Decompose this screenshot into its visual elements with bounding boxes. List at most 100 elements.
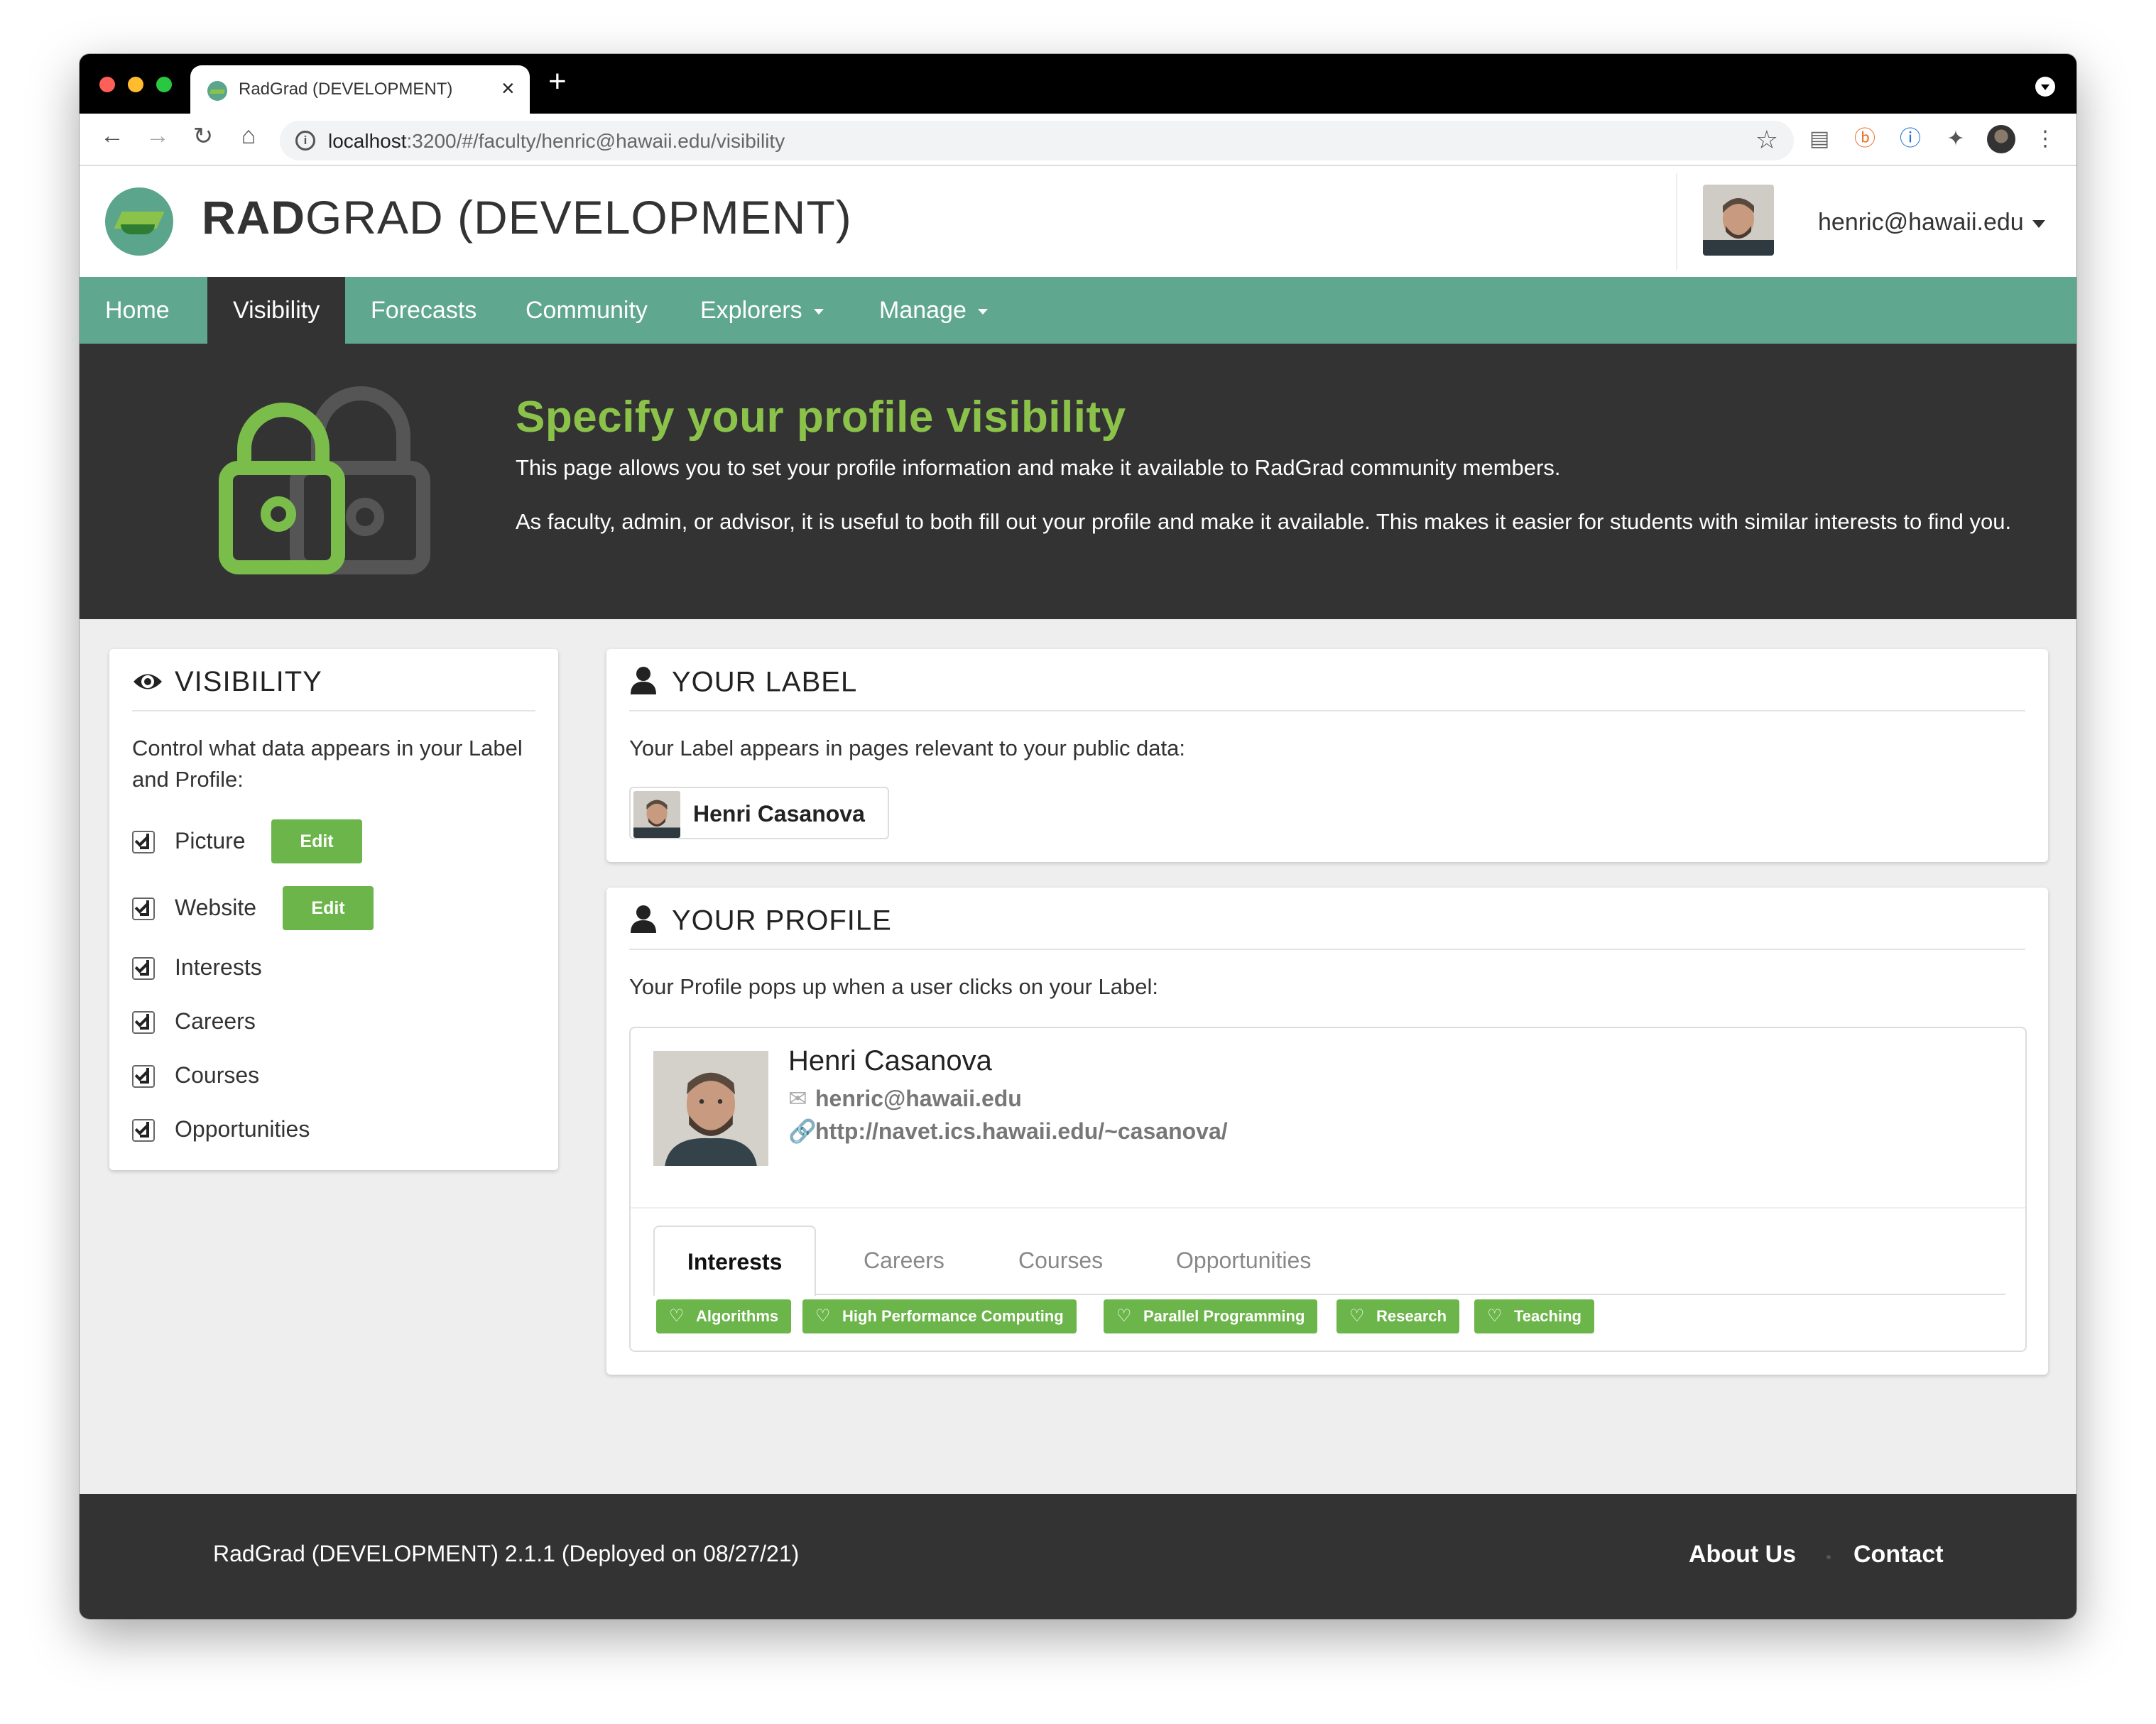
forward-icon[interactable]: →	[142, 122, 173, 150]
tab-careers[interactable]: Careers	[864, 1226, 944, 1295]
nav-forecasts[interactable]: Forecasts	[345, 277, 502, 344]
radgrad-logo-icon[interactable]	[105, 187, 173, 256]
nav-manage[interactable]: Manage	[854, 277, 1013, 344]
browser-menu-icon[interactable]: ⋮	[2031, 125, 2059, 153]
heart-icon: ♡	[1116, 1306, 1132, 1326]
nav-home[interactable]: Home	[80, 277, 195, 344]
extension-b-icon[interactable]: ⓑ	[1851, 125, 1879, 153]
hero-line-1: This page allows you to set your profile…	[516, 455, 1561, 480]
visibility-heading: VISIBILITY	[132, 666, 322, 699]
tab-close-icon[interactable]: ×	[501, 75, 515, 102]
your-profile-card: YOUR PROFILE Your Profile pops up when a…	[606, 888, 2048, 1375]
profile-divider	[631, 1207, 2025, 1209]
visibility-card: VISIBILITY Control what data appears in …	[109, 649, 558, 1170]
home-icon[interactable]: ⌂	[233, 122, 264, 150]
brand-title[interactable]: RADGRAD (DEVELOPMENT)	[202, 190, 852, 244]
profile-avatar-icon[interactable]	[1987, 125, 2015, 153]
tab-opportunities[interactable]: Opportunities	[1176, 1226, 1311, 1295]
tab-title: RadGrad (DEVELOPMENT)	[239, 80, 453, 99]
interest-tag[interactable]: ♡ Parallel Programming	[1104, 1299, 1318, 1333]
user-avatar[interactable]	[1703, 185, 1774, 256]
nav-community[interactable]: Community	[500, 277, 673, 344]
url-text[interactable]: localhost:3200/#/faculty/henric@hawaii.e…	[328, 130, 785, 153]
courses-checkbox[interactable]	[132, 1065, 155, 1088]
close-window-button[interactable]	[99, 77, 115, 92]
heart-icon: ♡	[669, 1306, 685, 1326]
careers-checkbox[interactable]	[132, 1011, 155, 1034]
new-tab-button[interactable]: +	[548, 64, 567, 99]
maximize-window-button[interactable]	[156, 77, 172, 92]
back-icon[interactable]: ←	[97, 122, 128, 150]
heart-icon: ♡	[1349, 1306, 1365, 1326]
profile-popup: Henri Casanova ✉ henric@hawaii.edu 🔗http:…	[629, 1027, 2027, 1352]
profile-name: Henri Casanova	[788, 1045, 992, 1076]
edit-picture-button[interactable]: Edit	[271, 819, 362, 863]
heart-icon: ♡	[815, 1306, 831, 1326]
website-checkbox[interactable]	[132, 898, 155, 920]
edit-website-button[interactable]: Edit	[283, 886, 374, 930]
profile-email[interactable]: ✉ henric@hawaii.edu	[788, 1085, 1022, 1112]
interest-tag[interactable]: ♡ Teaching	[1474, 1299, 1594, 1333]
your-profile-description: Your Profile pops up when a user clicks …	[629, 974, 1159, 999]
reload-icon[interactable]: ↻	[187, 122, 219, 151]
tab-strip: RadGrad (DEVELOPMENT) × +	[80, 54, 2076, 114]
visibility-description: Control what data appears in your Label …	[132, 736, 523, 792]
profile-website[interactable]: 🔗http://navet.ics.hawaii.edu/~casanova/	[788, 1118, 1228, 1145]
password-manager-icon[interactable]: ⓘ	[1896, 125, 1924, 153]
interest-tag[interactable]: ♡ Research	[1336, 1299, 1460, 1333]
your-label-card: YOUR LABEL Your Label appears in pages r…	[606, 649, 2048, 862]
heart-icon: ♡	[1487, 1306, 1503, 1326]
user-label-chip[interactable]: Henri Casanova	[629, 787, 889, 839]
tab-courses[interactable]: Courses	[1018, 1226, 1103, 1295]
courses-label: Courses	[175, 1062, 260, 1088]
minimize-window-button[interactable]	[128, 77, 143, 92]
profile-tabs: Interests Careers Courses Opportunities	[653, 1226, 2005, 1297]
envelope-icon: ✉	[788, 1086, 807, 1111]
extensions-puzzle-icon[interactable]: ✦	[1942, 125, 1970, 153]
your-label-description: Your Label appears in pages relevant to …	[629, 736, 1186, 760]
browser-tab[interactable]: RadGrad (DEVELOPMENT) ×	[190, 65, 530, 114]
bookmark-star-icon[interactable]: ☆	[1755, 125, 1778, 155]
site-info-icon[interactable]: i	[295, 131, 315, 151]
heading-divider	[629, 949, 2025, 950]
user-menu[interactable]: henric@hawaii.edu	[1818, 209, 2045, 236]
nav-visibility[interactable]: Visibility	[207, 277, 346, 344]
chevron-down-icon	[2032, 219, 2045, 228]
browser-toolbar: ← → ↻ ⌂ i localhost:3200/#/faculty/henri…	[80, 114, 2076, 166]
interest-tag[interactable]: ♡ High Performance Computing	[802, 1299, 1077, 1333]
website-label: Website	[175, 895, 257, 920]
heading-divider	[132, 710, 535, 711]
tab-search-icon[interactable]	[2035, 77, 2055, 97]
chevron-down-icon	[813, 309, 824, 315]
interest-tag[interactable]: ♡ Algorithms	[656, 1299, 792, 1333]
picture-label: Picture	[175, 828, 246, 853]
hero-line-2: As faculty, admin, or advisor, it is use…	[516, 509, 2012, 534]
careers-label: Careers	[175, 1008, 256, 1034]
radgrad-favicon-icon	[207, 81, 227, 101]
eye-icon	[132, 667, 163, 699]
address-bar[interactable]: i localhost:3200/#/faculty/henric@hawaii…	[280, 121, 1794, 160]
footer: RadGrad (DEVELOPMENT) 2.1.1 (Deployed on…	[80, 1494, 2076, 1619]
reader-mode-icon[interactable]: ▤	[1805, 125, 1834, 153]
opportunities-checkbox[interactable]	[132, 1119, 155, 1142]
hero-title: Specify your profile visibility	[516, 393, 1126, 442]
profile-picture	[653, 1051, 768, 1166]
heading-divider	[629, 710, 2025, 711]
footer-separator	[1826, 1555, 1831, 1559]
header-divider	[1676, 173, 1677, 270]
interests-label: Interests	[175, 954, 262, 980]
contact-link[interactable]: Contact	[1853, 1541, 1944, 1568]
tab-interests[interactable]: Interests	[653, 1226, 817, 1297]
browser-window: RadGrad (DEVELOPMENT) × + ← → ↻ ⌂ i loca…	[80, 54, 2076, 1619]
label-name: Henri Casanova	[693, 801, 865, 826]
label-avatar	[633, 791, 680, 838]
interests-checkbox[interactable]	[132, 957, 155, 980]
hero-banner: Specify your profile visibility This pag…	[80, 344, 2076, 619]
app-header: RADGRAD (DEVELOPMENT) henric@hawaii.edu	[80, 166, 2076, 277]
about-us-link[interactable]: About Us	[1689, 1541, 1796, 1568]
nav-explorers[interactable]: Explorers	[675, 277, 849, 344]
link-icon: 🔗	[788, 1118, 817, 1144]
your-profile-heading: YOUR PROFILE	[629, 905, 892, 940]
picture-checkbox[interactable]	[132, 831, 155, 853]
chevron-down-icon	[977, 309, 988, 315]
